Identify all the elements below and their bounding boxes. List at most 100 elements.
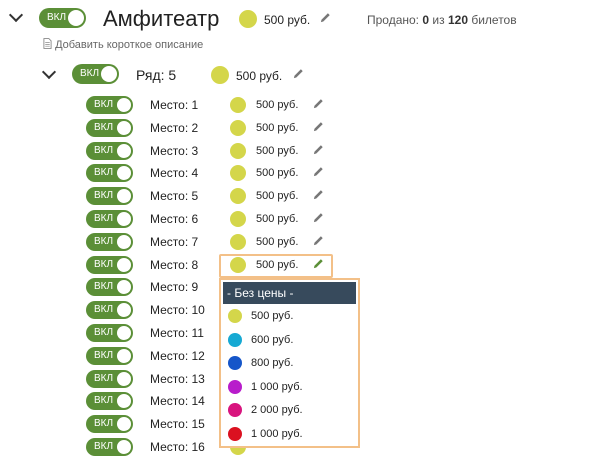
seat-toggle[interactable]: ВКЛ [86,210,133,228]
row-toggle[interactable]: ВКЛ [72,64,119,84]
seat-edit-pencil-icon[interactable] [313,121,324,132]
seat-toggle[interactable]: ВКЛ [86,187,133,205]
seat-toggle-label: ВКЛ [94,395,114,406]
price-option[interactable]: 800 руб. [221,352,358,375]
seat-toggle-label: ВКЛ [94,213,114,224]
seat-price[interactable]: 500 руб. [256,167,298,179]
seat-toggle[interactable]: ВКЛ [86,301,133,319]
price-option[interactable]: 2 000 руб. [221,399,358,422]
seat-price[interactable]: 500 руб. [256,236,298,248]
price-option-none[interactable]: - Без цены - [223,282,356,304]
seat-toggle[interactable]: ВКЛ [86,347,133,365]
row-title: Ряд: 5 [136,67,177,83]
price-option[interactable]: 600 руб. [221,329,358,352]
section-title: Амфитеатр [103,6,220,31]
seat-label: Место: 16 [150,440,205,454]
row-price-color-dot[interactable] [211,66,229,84]
section-toggle[interactable]: ВКЛ [39,8,86,28]
seat-toggle-label: ВКЛ [94,373,114,384]
seat-toggle-label: ВКЛ [94,99,114,110]
seat-toggle-knob [117,372,131,386]
seat-price[interactable]: 500 руб. [256,190,298,202]
sold-count: 0 [422,13,430,27]
seat-label: Место: 9 [150,280,199,294]
seat-toggle[interactable]: ВКЛ [86,119,133,137]
sold-mid: из [432,13,445,27]
price-dropdown: - Без цены - 500 руб. 600 руб. 800 руб. 1 0… [219,278,360,448]
seat-toggle-knob [117,349,131,363]
seat-toggle-label: ВКЛ [94,281,114,292]
price-option-color-dot [228,403,242,418]
seat-toggle[interactable]: ВКЛ [86,96,133,114]
seat-toggle[interactable]: ВКЛ [86,392,133,410]
seat-edit-pencil-icon[interactable] [313,212,324,223]
seat-price-color-dot[interactable] [230,165,246,181]
seat-toggle[interactable]: ВКЛ [86,233,133,251]
section-edit-pencil-icon[interactable] [320,12,331,23]
seat-price-color-dot[interactable] [230,211,246,227]
price-option-color-dot [228,379,242,394]
seat-label: Место: 7 [150,235,199,249]
section-price-color-dot[interactable] [239,10,257,28]
seat-toggle-label: ВКЛ [94,236,114,247]
seat-label: Место: 4 [150,166,199,180]
seat-toggle[interactable]: ВКЛ [86,438,133,456]
price-option[interactable]: 1 000 руб. [221,376,358,399]
seat-edit-pencil-icon[interactable] [313,144,324,155]
seat-price-color-dot[interactable] [230,120,246,136]
price-option-color-dot [228,309,242,323]
section-toggle-label: ВКЛ [47,12,67,23]
section-collapse-chevron-icon[interactable] [8,7,24,23]
price-option-label: 1 000 руб. [251,380,303,393]
add-description-link[interactable]: Добавить короткое описание [43,38,203,51]
row-toggle-knob [101,66,117,82]
seat-label: Место: 5 [150,189,199,203]
seat-toggle[interactable]: ВКЛ [86,324,133,342]
row-collapse-chevron-icon[interactable] [41,64,57,80]
sold-prefix: Продано: [367,13,420,27]
seat-edit-pencil-icon[interactable] [313,98,324,109]
seat-edit-pencil-icon[interactable] [313,235,324,246]
row-edit-pencil-icon[interactable] [293,68,304,79]
seat-toggle[interactable]: ВКЛ [86,256,133,274]
seat-toggle-knob [117,144,131,158]
seat-price-color-dot[interactable] [230,97,246,113]
seat-label: Место: 14 [150,394,205,408]
seat-toggle-label: ВКЛ [94,145,114,156]
seat-price-color-dot[interactable] [230,143,246,159]
seat-price[interactable]: 500 руб. [256,99,298,111]
seat-toggle-knob [117,440,131,454]
price-option-label: 500 руб. [251,310,294,322]
seat-price[interactable]: 500 руб. [256,122,298,134]
seat-price-color-dot[interactable] [230,188,246,204]
seat-toggle[interactable]: ВКЛ [86,370,133,388]
price-option[interactable]: 1 000 руб. [221,423,358,446]
seat-label: Место: 2 [150,121,199,135]
seat-price-color-dot[interactable] [230,234,246,250]
row-price[interactable]: 500 руб. [236,69,282,83]
seat-label: Место: 15 [150,417,205,431]
seat-toggle[interactable]: ВКЛ [86,278,133,296]
seat-toggle-label: ВКЛ [94,190,114,201]
seat-label: Место: 8 [150,258,199,272]
seat-toggle[interactable]: ВКЛ [86,142,133,160]
price-option-label: 600 руб. [251,333,294,346]
seat-toggle-knob [117,98,131,112]
seat-toggle[interactable]: ВКЛ [86,164,133,182]
seat-label: Место: 1 [150,98,199,112]
seat-label: Место: 11 [150,326,204,340]
seat-toggle-knob [117,394,131,408]
seat-toggle[interactable]: ВКЛ [86,415,133,433]
section-price[interactable]: 500 руб. [264,13,310,27]
seat-edit-pencil-icon[interactable] [313,189,324,200]
seat-toggle-label: ВКЛ [94,350,114,361]
seat-price[interactable]: 500 руб. [256,213,298,225]
price-option[interactable]: 500 руб. [221,305,358,328]
row-toggle-label: ВКЛ [80,68,100,79]
section-toggle-knob [68,10,84,26]
price-option-color-dot [228,356,242,371]
seat-toggle-label: ВКЛ [94,441,114,452]
seat-price[interactable]: 500 руб. [256,145,298,157]
seat-edit-pencil-icon[interactable] [313,166,324,177]
seat-toggle-knob [117,417,131,431]
